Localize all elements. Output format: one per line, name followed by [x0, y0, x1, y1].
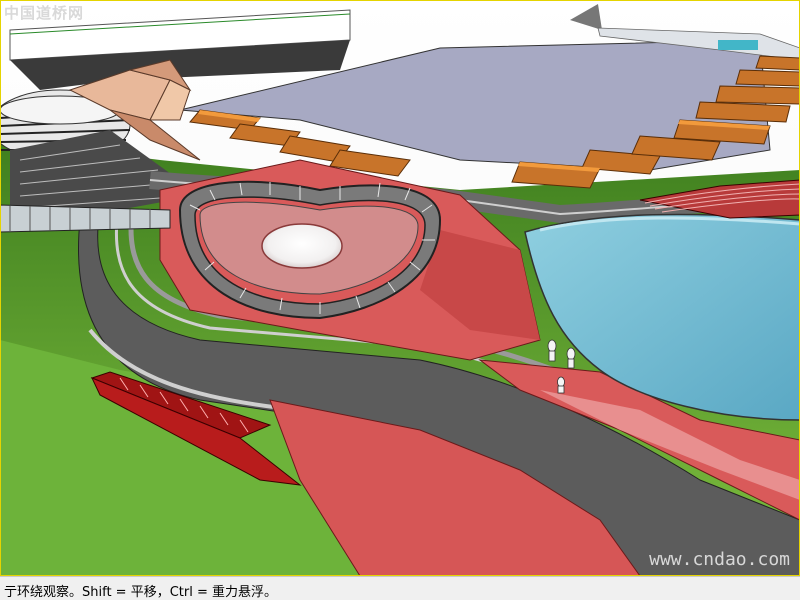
skybridge: [0, 204, 171, 233]
watermark-left: 中国道桥网: [4, 4, 85, 22]
status-bar: 亍环绕观察。Shift = 平移，Ctrl = 重力悬浮。: [0, 576, 800, 600]
watermark-right: www.cndao.com: [649, 549, 790, 570]
central-dome: [261, 223, 343, 269]
scene-canvas[interactable]: [0, 0, 800, 576]
status-hint-text: 亍环绕观察。Shift = 平移，Ctrl = 重力悬浮。: [4, 585, 277, 600]
3d-viewport[interactable]: 中国道桥网 www.cndao.com: [0, 0, 800, 576]
